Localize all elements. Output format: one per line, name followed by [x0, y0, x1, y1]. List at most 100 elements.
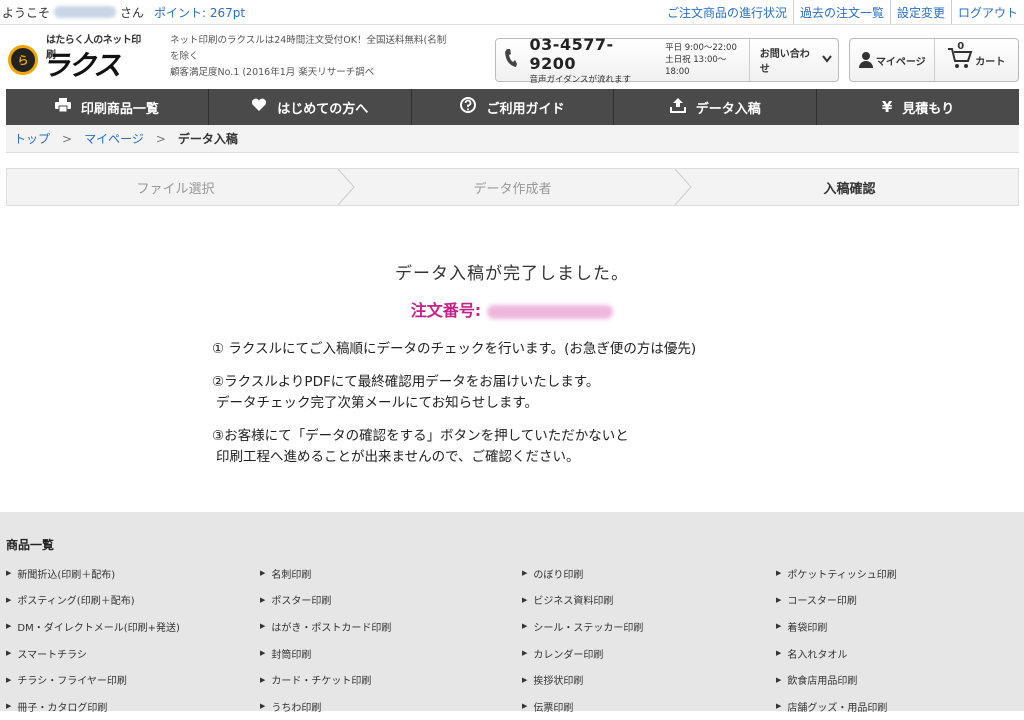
- nav-guide-label: ご利用ガイド: [486, 101, 565, 117]
- account-box: マイページ 0 カート: [849, 38, 1019, 82]
- top-bar: ようこそ さん ポイント: 267pt ご注文商品の進行状況 過去の注文一覧 設…: [0, 0, 1024, 25]
- breadcrumb-mypage[interactable]: マイページ: [84, 130, 144, 147]
- chevron-down-icon: [822, 54, 832, 66]
- step-data-author: データ作成者: [344, 169, 692, 205]
- product-link[interactable]: ▶ 店舗グッズ・用品印刷: [776, 693, 1016, 720]
- note-3-line-1: ③お客様にて「データの確認をする」ボタンを押していただかないと: [212, 428, 629, 444]
- triangle-right-icon: ▶: [776, 675, 782, 684]
- nav-estimate[interactable]: ¥ 見積もり: [816, 89, 1019, 125]
- product-link[interactable]: ▶ 伝票印刷: [522, 693, 776, 720]
- settings-link[interactable]: 設定変更: [889, 0, 951, 24]
- tagline-line-2: を除く: [170, 51, 199, 62]
- triangle-right-icon: ▶: [260, 622, 266, 631]
- product-list: ▶ 新聞折込(印刷＋配布) ▶ 名刺印刷 ▶ のぼり印刷 ▶ ポケットティッシュ印刷 ▶…: [6, 560, 1016, 720]
- order-history-link[interactable]: 過去の注文一覧: [792, 0, 890, 24]
- step-confirm: 入稿確認: [681, 169, 1018, 205]
- step-data-author-label: データ作成者: [473, 181, 552, 197]
- product-link[interactable]: ▶ のぼり印刷: [522, 560, 776, 587]
- note-2: ②ラクスルよりPDFにて最終確認用データをお届けいたします。 データチェック完了…: [212, 372, 696, 414]
- triangle-right-icon: ▶: [776, 649, 782, 658]
- product-link[interactable]: ▶ 名入れタオル: [776, 640, 1016, 667]
- product-link[interactable]: ▶ コースター印刷: [776, 587, 1016, 614]
- nav-beginners-label: はじめての方へ: [277, 101, 369, 117]
- triangle-right-icon: ▶: [6, 569, 12, 578]
- note-2-line-1: ②ラクスルよりPDFにて最終確認用データをお届けいたします。: [212, 374, 600, 390]
- product-link[interactable]: ▶ 着袋印刷: [776, 613, 1016, 640]
- welcome-area: ようこそ さん ポイント: 267pt: [2, 4, 245, 21]
- step-file-select: ファイル選択: [7, 169, 355, 205]
- nav-products[interactable]: 印刷商品一覧: [6, 89, 208, 125]
- triangle-right-icon: ▶: [776, 622, 782, 631]
- order-number-label: 注文番号:: [410, 301, 482, 320]
- cart-button[interactable]: 0 カート: [935, 39, 1019, 81]
- main-nav: 印刷商品一覧 はじめての方へ ご利用ガイド データ入稿 ¥ 見積もり: [6, 89, 1019, 125]
- triangle-right-icon: ▶: [522, 595, 528, 604]
- hours-holiday: 土日祝 13:00〜18:00: [665, 55, 727, 77]
- product-link[interactable]: ▶ ポスター印刷: [260, 587, 522, 614]
- product-link[interactable]: ▶ ビジネス資料印刷: [522, 587, 776, 614]
- order-status-link[interactable]: ご注文商品の進行状況: [661, 0, 793, 24]
- product-link[interactable]: ▶ 挨拶状印刷: [522, 666, 776, 693]
- site-header: はたらく人のネット印刷 ら ラクスル ネット印刷のラクスルは24時間注文受付OK…: [0, 25, 1024, 122]
- breadcrumb: トップ > マイページ > データ入稿: [6, 125, 1019, 153]
- product-link[interactable]: ▶ 名刺印刷: [260, 560, 522, 587]
- nav-upload[interactable]: データ入稿: [613, 89, 816, 125]
- notes: ① ラクスルにてご入稿順にデータのチェックを行います。(お急ぎ便の方は優先) ②…: [212, 339, 696, 480]
- inquiry-label: お問い合わせ: [759, 49, 810, 75]
- product-link[interactable]: ▶ 封筒印刷: [260, 640, 522, 667]
- nav-upload-label: データ入稿: [695, 101, 761, 117]
- product-link[interactable]: ▶ シール・ステッカー印刷: [522, 613, 776, 640]
- note-3: ③お客様にて「データの確認をする」ボタンを押していただかないと 印刷工程へ進める…: [212, 426, 696, 468]
- triangle-right-icon: ▶: [522, 675, 528, 684]
- points-link[interactable]: ポイント: 267pt: [154, 4, 245, 21]
- product-link[interactable]: ▶ ポスティング(印刷＋配布): [6, 587, 260, 614]
- order-number-redacted: [487, 304, 614, 319]
- breadcrumb-separator: >: [155, 131, 166, 146]
- nav-beginners[interactable]: はじめての方へ: [207, 89, 411, 125]
- site-logo[interactable]: はたらく人のネット印刷 ら ラクスル: [6, 31, 144, 122]
- note-1: ① ラクスルにてご入稿順にデータのチェックを行います。(お急ぎ便の方は優先): [212, 341, 697, 357]
- order-number-line: 注文番号:: [0, 297, 1024, 321]
- san-text: さん: [120, 5, 145, 20]
- breadcrumb-separator: >: [62, 131, 73, 146]
- product-link[interactable]: ▶ カード・チケット印刷: [260, 666, 522, 693]
- note-3-line-2: 印刷工程へ進めることが出来ませんので、ご確認ください。: [216, 449, 580, 465]
- triangle-right-icon: ▶: [260, 569, 266, 578]
- tagline-line-1: ネット印刷のラクスルは24時間注文受付OK！全国送料無料(名制: [170, 35, 447, 46]
- triangle-right-icon: ▶: [522, 649, 528, 658]
- phone-number-block: 03-4577-9200 音声ガイダンスが流れます: [530, 35, 658, 85]
- product-link[interactable]: ▶ 冊子・カタログ印刷: [6, 693, 260, 720]
- inquiry-button[interactable]: お問い合わせ: [748, 39, 838, 81]
- printer-icon: [54, 98, 71, 116]
- nav-products-label: 印刷商品一覧: [80, 101, 159, 117]
- triangle-right-icon: ▶: [776, 702, 782, 711]
- product-link[interactable]: ▶ チラシ・フライヤー印刷: [6, 666, 260, 693]
- triangle-right-icon: ▶: [6, 595, 12, 604]
- user-name-redacted: [54, 6, 117, 18]
- triangle-right-icon: ▶: [522, 702, 528, 711]
- triangle-right-icon: ▶: [6, 649, 12, 658]
- tagline-line-3: 顧客満足度No.1 (2016年1月 楽天リサーチ調べ: [170, 67, 375, 78]
- triangle-right-icon: ▶: [260, 675, 266, 684]
- logout-link[interactable]: ログアウト: [950, 0, 1024, 24]
- product-link[interactable]: ▶ 新聞折込(印刷＋配布): [6, 560, 260, 587]
- product-link[interactable]: ▶ うちわ印刷: [260, 693, 522, 720]
- breadcrumb-current: データ入稿: [177, 132, 238, 146]
- question-icon: [460, 97, 477, 117]
- product-link[interactable]: ▶ 飲食店用品印刷: [776, 666, 1016, 693]
- product-link[interactable]: ▶ スマートチラシ: [6, 640, 260, 667]
- nav-guide[interactable]: ご利用ガイド: [410, 89, 614, 125]
- phone-box: 03-4577-9200 音声ガイダンスが流れます 平日 9:00〜22:00 …: [495, 35, 839, 85]
- product-link[interactable]: ▶ DM・ダイレクトメール(印刷+発送): [6, 613, 260, 640]
- account-links: ご注文商品の進行状況 過去の注文一覧 設定変更 ログアウト: [661, 0, 1024, 24]
- breadcrumb-top[interactable]: トップ: [14, 130, 50, 147]
- mypage-button[interactable]: マイページ: [850, 39, 935, 81]
- triangle-right-icon: ▶: [6, 622, 12, 631]
- footer-heading: 商品一覧: [6, 538, 55, 552]
- nav-estimate-label: 見積もり: [902, 101, 955, 117]
- progress-steps: ファイル選択 データ作成者 入稿確認: [6, 168, 1019, 206]
- product-link[interactable]: ▶ カレンダー印刷: [522, 640, 776, 667]
- product-link[interactable]: ▶ ポケットティッシュ印刷: [776, 560, 1016, 587]
- product-link[interactable]: ▶ はがき・ポストカード印刷: [260, 613, 522, 640]
- triangle-right-icon: ▶: [260, 702, 266, 711]
